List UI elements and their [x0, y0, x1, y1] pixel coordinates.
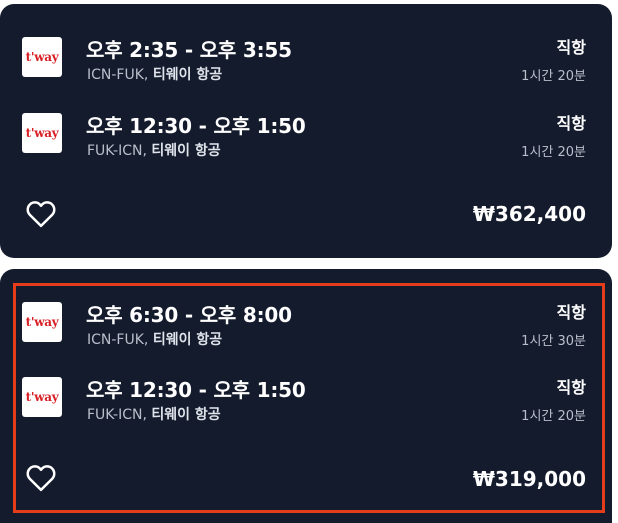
airline-name: 티웨이 항공: [151, 407, 221, 423]
stops-label: 직항: [556, 38, 586, 57]
price: ₩362,400: [472, 202, 586, 226]
airline-name: 티웨이 항공: [151, 143, 221, 159]
flight-route-airline: FUK-ICN, 티웨이 항공: [87, 140, 221, 160]
stops-label: 직항: [556, 378, 586, 397]
heart-outline-icon[interactable]: [26, 464, 56, 492]
tway-airline-logo: t'way: [22, 377, 62, 417]
flight-times: 오후 6:30 - 오후 8:00: [86, 303, 292, 327]
flight-leg-outbound: t'way 오후 6:30 - 오후 8:00 ICN-FUK, 티웨이 항공 …: [0, 299, 612, 359]
route-code: FUK-ICN,: [87, 407, 147, 423]
route-code: ICN-FUK,: [87, 332, 149, 348]
flight-route-airline: FUK-ICN, 티웨이 항공: [87, 404, 221, 424]
route-code: ICN-FUK,: [87, 67, 149, 83]
airline-name: 티웨이 항공: [152, 332, 223, 348]
flight-route-airline: ICN-FUK, 티웨이 항공: [87, 64, 222, 84]
flight-leg-return: t'way 오후 12:30 - 오후 1:50 FUK-ICN, 티웨이 항공…: [0, 374, 612, 434]
tway-airline-logo: t'way: [22, 113, 62, 153]
flight-route-airline: ICN-FUK, 티웨이 항공: [87, 329, 222, 349]
itinerary-card[interactable]: t'way 오후 6:30 - 오후 8:00 ICN-FUK, 티웨이 항공 …: [0, 269, 612, 523]
flight-duration: 1시간 20분: [521, 145, 586, 160]
route-code: FUK-ICN,: [87, 143, 147, 159]
flight-times: 오후 12:30 - 오후 1:50: [86, 114, 306, 138]
stops-label: 직항: [556, 114, 586, 133]
tway-airline-logo: t'way: [22, 302, 62, 342]
flight-duration: 1시간 20분: [521, 69, 586, 84]
flight-times: 오후 12:30 - 오후 1:50: [86, 378, 306, 402]
airline-name: 티웨이 항공: [152, 67, 223, 83]
flight-duration: 1시간 30분: [521, 334, 586, 349]
itinerary-card[interactable]: t'way 오후 2:35 - 오후 3:55 ICN-FUK, 티웨이 항공 …: [0, 4, 612, 258]
flight-duration: 1시간 20분: [521, 409, 586, 424]
stops-label: 직항: [556, 303, 586, 322]
flight-leg-return: t'way 오후 12:30 - 오후 1:50 FUK-ICN, 티웨이 항공…: [0, 110, 612, 170]
heart-outline-icon[interactable]: [26, 200, 56, 228]
tway-airline-logo: t'way: [22, 37, 62, 77]
flight-leg-outbound: t'way 오후 2:35 - 오후 3:55 ICN-FUK, 티웨이 항공 …: [0, 34, 612, 94]
price: ₩319,000: [472, 467, 586, 491]
flight-times: 오후 2:35 - 오후 3:55: [86, 38, 292, 62]
